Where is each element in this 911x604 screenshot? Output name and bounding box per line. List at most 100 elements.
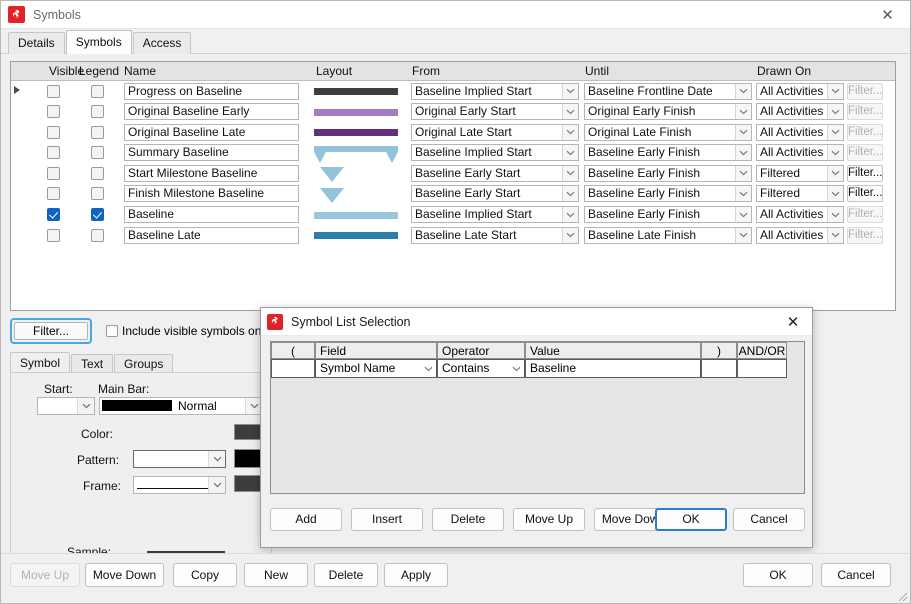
- symbol-name-input[interactable]: Original Baseline Early: [124, 103, 299, 121]
- modal-insert-button[interactable]: Insert: [351, 508, 423, 531]
- table-row[interactable]: Progress on Baseline Baseline Implied Sta…: [11, 81, 895, 102]
- resize-grip-icon[interactable]: [896, 590, 908, 602]
- visible-checkbox[interactable]: [47, 125, 60, 139]
- start-select[interactable]: [37, 397, 95, 415]
- grid-column-header[interactable]: Until: [585, 64, 609, 78]
- drawn-on-select[interactable]: Filtered: [756, 164, 844, 182]
- from-select[interactable]: Baseline Implied Start: [411, 206, 579, 224]
- pattern-swatch[interactable]: [234, 449, 263, 468]
- grid-column-header[interactable]: Legend: [79, 64, 119, 78]
- visible-checkbox[interactable]: [47, 84, 60, 98]
- row-filter-button[interactable]: Filter...: [847, 164, 883, 182]
- filter-button[interactable]: Filter...: [10, 318, 92, 344]
- table-row[interactable]: Original Baseline Late Original Late Star…: [11, 122, 895, 143]
- table-row[interactable]: Baseline Late Baseline Late Start Baseline…: [11, 225, 895, 246]
- row-filter-button[interactable]: Filter...: [847, 185, 883, 203]
- visible-checkbox[interactable]: [47, 146, 60, 160]
- detail-tab-text[interactable]: Text: [71, 354, 114, 374]
- detail-tab-groups[interactable]: Groups: [114, 354, 174, 374]
- grid-column-header[interactable]: From: [412, 64, 440, 78]
- footer-ok-button[interactable]: OK: [743, 563, 813, 587]
- criteria-column-header[interactable]: AND/OR: [737, 342, 787, 359]
- visible-checkbox[interactable]: [47, 228, 60, 242]
- symbol-name-input[interactable]: Baseline Late: [124, 226, 299, 244]
- symbol-name-input[interactable]: Summary Baseline: [124, 144, 299, 162]
- until-select[interactable]: Baseline Early Finish: [584, 144, 752, 162]
- frame-select[interactable]: [133, 476, 226, 494]
- criteria-column-header[interactable]: Field: [315, 342, 437, 359]
- from-select[interactable]: Baseline Late Start: [411, 226, 579, 244]
- footer-move-down-button[interactable]: Move Down: [85, 563, 164, 587]
- value-input[interactable]: Baseline: [525, 359, 701, 378]
- drawn-on-select[interactable]: Filtered: [756, 185, 844, 203]
- criteria-column-header[interactable]: (: [271, 342, 315, 359]
- andor-select[interactable]: [737, 359, 787, 378]
- legend-checkbox[interactable]: [91, 125, 104, 139]
- modal-ok-button[interactable]: OK: [655, 508, 727, 531]
- footer-apply-button[interactable]: Apply: [384, 563, 448, 587]
- legend-checkbox[interactable]: [91, 187, 104, 201]
- symbol-name-input[interactable]: Baseline: [124, 206, 299, 224]
- frame-swatch[interactable]: [234, 475, 263, 492]
- from-select[interactable]: Baseline Early Start: [411, 185, 579, 203]
- pattern-select[interactable]: [133, 450, 226, 468]
- footer-cancel-button[interactable]: Cancel: [821, 563, 891, 587]
- legend-checkbox[interactable]: [91, 84, 104, 98]
- tab-symbols[interactable]: Symbols: [65, 30, 132, 54]
- table-row[interactable]: Finish Milestone Baseline Baseline Early …: [11, 184, 895, 205]
- from-select[interactable]: Baseline Early Start: [411, 164, 579, 182]
- symbol-name-input[interactable]: Progress on Baseline: [124, 82, 299, 100]
- until-select[interactable]: Original Late Finish: [584, 123, 752, 141]
- legend-checkbox[interactable]: [91, 228, 104, 242]
- modal-delete-button[interactable]: Delete: [432, 508, 504, 531]
- symbol-name-input[interactable]: Start Milestone Baseline: [124, 164, 299, 182]
- table-row[interactable]: Original Baseline Early Original Early St…: [11, 102, 895, 123]
- table-row[interactable]: Baseline Baseline Implied Start Baseline E…: [11, 205, 895, 226]
- modal-close-icon[interactable]: ✕: [778, 311, 808, 332]
- criteria-column-header[interactable]: Value: [525, 342, 701, 359]
- modal-add-button[interactable]: Add: [270, 508, 342, 531]
- footer-copy-button[interactable]: Copy: [173, 563, 237, 587]
- include-visible-symbols-checkbox[interactable]: [106, 325, 118, 337]
- grid-column-header[interactable]: Name: [124, 64, 156, 78]
- legend-checkbox[interactable]: [91, 208, 104, 222]
- table-row[interactable]: Start Milestone Baseline Baseline Early S…: [11, 163, 895, 184]
- grid-column-header[interactable]: Drawn On: [757, 64, 811, 78]
- tab-details[interactable]: Details: [8, 32, 65, 54]
- until-select[interactable]: Baseline Frontline Date: [584, 82, 752, 100]
- close-icon[interactable]: ✕: [865, 1, 910, 28]
- footer-new-button[interactable]: New: [244, 563, 308, 587]
- footer-delete-button[interactable]: Delete: [314, 563, 378, 587]
- criteria-column-header[interactable]: Operator: [437, 342, 525, 359]
- until-select[interactable]: Baseline Early Finish: [584, 164, 752, 182]
- visible-checkbox[interactable]: [47, 105, 60, 119]
- symbol-name-input[interactable]: Original Baseline Late: [124, 123, 299, 141]
- operator-select[interactable]: Contains: [437, 359, 525, 378]
- open-paren-input[interactable]: [271, 359, 315, 378]
- criteria-row[interactable]: Symbol Name Contains Baseline: [271, 359, 804, 379]
- criteria-column-header[interactable]: ): [701, 342, 737, 359]
- drawn-on-select[interactable]: All Activities: [756, 82, 844, 100]
- legend-checkbox[interactable]: [91, 146, 104, 160]
- legend-checkbox[interactable]: [91, 105, 104, 119]
- visible-checkbox[interactable]: [47, 187, 60, 201]
- from-select[interactable]: Original Early Start: [411, 103, 579, 121]
- from-select[interactable]: Baseline Implied Start: [411, 144, 579, 162]
- main-bar-select[interactable]: Normal: [99, 397, 263, 415]
- legend-checkbox[interactable]: [91, 166, 104, 180]
- until-select[interactable]: Baseline Early Finish: [584, 185, 752, 203]
- close-paren-input[interactable]: [701, 359, 737, 378]
- drawn-on-select[interactable]: All Activities: [756, 144, 844, 162]
- until-select[interactable]: Original Early Finish: [584, 103, 752, 121]
- table-row[interactable]: Summary Baseline Baseline Implied Start Ba…: [11, 143, 895, 164]
- detail-tab-symbol[interactable]: Symbol: [10, 352, 71, 374]
- modal-cancel-button[interactable]: Cancel: [733, 508, 805, 531]
- from-select[interactable]: Original Late Start: [411, 123, 579, 141]
- visible-checkbox[interactable]: [47, 208, 60, 222]
- until-select[interactable]: Baseline Late Finish: [584, 226, 752, 244]
- field-select[interactable]: Symbol Name: [315, 359, 437, 378]
- symbol-name-input[interactable]: Finish Milestone Baseline: [124, 185, 299, 203]
- visible-checkbox[interactable]: [47, 166, 60, 180]
- modal-move-up-button[interactable]: Move Up: [513, 508, 585, 531]
- color-swatch[interactable]: [234, 424, 263, 440]
